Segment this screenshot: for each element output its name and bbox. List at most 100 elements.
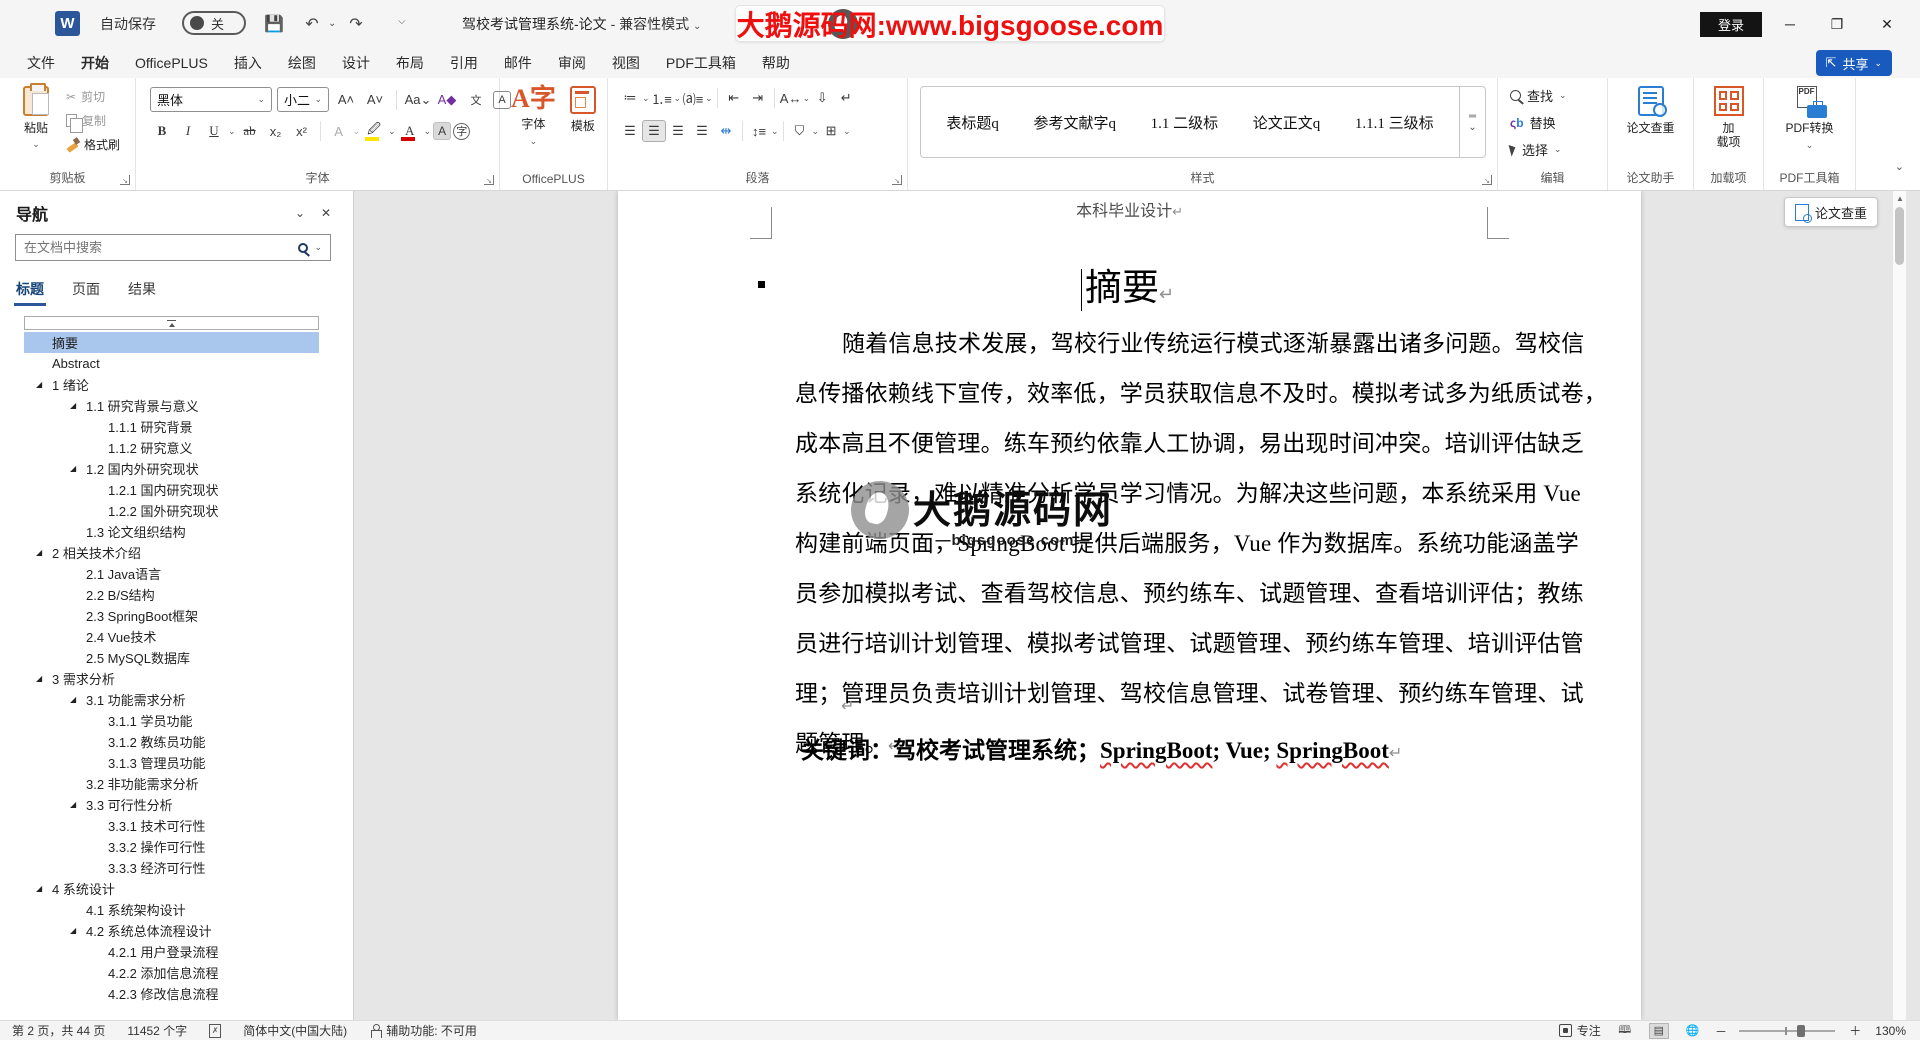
grow-font-button[interactable]: A˄ [334,89,358,111]
nav-heading-item[interactable]: 2.5 MySQL数据库 [24,647,319,668]
nav-heading-item[interactable]: ◢3 需求分析 [24,668,319,689]
nav-heading-item[interactable]: 2.2 B/S结构 [24,584,319,605]
italic-button[interactable]: I [176,120,200,142]
nav-heading-item[interactable]: ◢4 系统设计 [24,878,319,899]
align-center-button[interactable]: ☰ [642,120,666,142]
ribbon-tab-OfficePLUS[interactable]: OfficePLUS [122,50,221,76]
collapse-triangle-icon[interactable]: ◢ [36,674,42,683]
language-indicator[interactable]: 简体中文(中国大陆) [243,1022,347,1039]
bullets-button[interactable]: ≔ [618,87,642,109]
text-effects-chevron-icon[interactable]: ⌄ [353,126,361,137]
nav-heading-item[interactable]: 3.3.2 操作可行性 [24,836,319,857]
change-case-button[interactable]: Aa⌄ [406,89,430,111]
web-layout-button[interactable]: 🌐 [1683,1023,1703,1039]
ribbon-tab-视图[interactable]: 视图 [599,48,653,78]
clear-formatting-button[interactable]: A◆ [435,89,459,111]
borders-button[interactable]: ⊞ [819,120,843,142]
strikethrough-button[interactable]: ab [238,120,262,142]
copy-button[interactable]: 复制 [66,112,120,129]
login-button[interactable]: 登录 [1700,12,1762,37]
font-size-combo[interactable]: 小二⌄ [277,87,329,112]
nav-heading-item[interactable]: 2.3 SpringBoot框架 [24,605,319,626]
asian-layout-button[interactable]: A↔ [779,87,803,109]
distribute-button[interactable]: ⇹ [714,120,738,142]
collapse-ribbon-chevron-icon[interactable]: ⌄ [1895,160,1904,173]
nav-heading-item[interactable]: 3.2 非功能需求分析 [24,773,319,794]
font-color-chevron-icon[interactable]: ⌄ [424,126,432,137]
zoom-level[interactable]: 130% [1875,1024,1906,1038]
scroll-up-arrow-icon[interactable]: ▲ [1896,194,1904,203]
select-button[interactable]: 选择 ⌄ [1510,140,1567,159]
numbering-button[interactable]: ⒈≡ [650,87,674,109]
character-shading-button[interactable]: A [433,122,451,140]
addins-button[interactable]: 加载项 [1694,78,1763,149]
nav-heading-item[interactable]: 3.1.3 管理员功能 [24,752,319,773]
nav-heading-item[interactable]: 4.2.1 用户登录流程 [24,941,319,962]
align-right-button[interactable]: ☰ [666,120,690,142]
ribbon-tab-帮助[interactable]: 帮助 [749,48,803,78]
shading-button[interactable]: ⛉ [788,120,812,142]
styles-dialog-launcher[interactable] [1482,175,1492,185]
nav-heading-item[interactable]: 3.3.3 经济可行性 [24,857,319,878]
redo-icon[interactable]: ↷ [344,12,368,36]
paste-button[interactable]: 粘贴 ⌄ [10,86,62,150]
nav-chevron-down-icon[interactable]: ⌄ [287,206,313,220]
text-effects-button[interactable]: A [327,120,351,142]
cut-button[interactable]: ✂ 剪切 [66,88,120,105]
zoom-out-button[interactable]: ─ [1717,1024,1726,1038]
highlight-button[interactable]: 🖉 [362,120,386,142]
nav-heading-item[interactable]: ◢3.3 可行性分析 [24,794,319,815]
thesis-check-button[interactable]: 论文查重 [1608,78,1693,135]
nav-heading-item[interactable]: 4.2.3 修改信息流程 [24,983,319,1004]
collapse-triangle-icon[interactable]: ◢ [70,800,76,809]
sort-button[interactable]: ⇩ [810,87,834,109]
ribbon-tab-布局[interactable]: 布局 [383,48,437,78]
nav-heading-item[interactable]: 1.1.2 研究意义 [24,437,319,458]
collapse-triangle-icon[interactable]: ◢ [70,464,76,473]
restore-button[interactable]: ❐ [1822,12,1852,36]
word-count[interactable]: 11452 个字 [127,1022,187,1039]
nav-heading-item[interactable]: 1.2.1 国内研究现状 [24,479,319,500]
pdf-convert-button[interactable]: PDF PDF转换 ⌄ [1764,78,1855,151]
ribbon-tab-引用[interactable]: 引用 [437,48,491,78]
decrease-indent-button[interactable]: ⇤ [722,87,746,109]
show-marks-button[interactable]: ↵ [834,87,858,109]
shrink-font-button[interactable]: A˅ [363,89,387,111]
minimize-button[interactable]: ─ [1775,12,1805,36]
ribbon-tab-开始[interactable]: 开始 [68,48,122,78]
search-icon[interactable] [298,243,308,253]
nav-heading-item[interactable]: ◢2 相关技术介绍 [24,542,319,563]
underline-button[interactable]: U [202,120,226,142]
nav-tab-标题[interactable]: 标题 [16,279,44,304]
collapse-triangle-icon[interactable]: ◢ [36,548,42,557]
page-indicator[interactable]: 第 2 页，共 44 页 [12,1022,105,1039]
nav-heading-item[interactable]: Abstract [24,353,319,374]
nav-heading-item[interactable]: 摘要 [24,332,319,353]
subscript-button[interactable]: x₂ [264,120,288,142]
style-item[interactable]: 参考文献字q [1033,112,1116,133]
focus-mode-button[interactable]: 专注 [1559,1022,1601,1039]
nav-search-box[interactable]: ⌄ [15,234,331,261]
ribbon-tab-绘图[interactable]: 绘图 [275,48,329,78]
undo-icon[interactable]: ↶ [300,12,324,36]
style-item[interactable]: 论文正文q [1253,112,1321,133]
nav-heading-item[interactable]: 2.1 Java语言 [24,563,319,584]
paragraph-dialog-launcher[interactable] [892,175,902,185]
read-mode-button[interactable]: 🕮 [1615,1023,1635,1039]
style-item[interactable]: 1.1.1 三级标 [1355,112,1434,133]
multilevel-list-button[interactable]: ⒜≡ [681,87,705,109]
scrollbar-thumb[interactable] [1895,207,1904,265]
floating-thesis-check-button[interactable]: 论文查重 [1784,197,1878,227]
nav-heading-item[interactable]: ◢1 绪论 [24,374,319,395]
nav-heading-item[interactable]: 3.3.1 技术可行性 [24,815,319,836]
font-name-combo[interactable]: 黑体⌄ [150,87,272,112]
nav-heading-item[interactable]: 1.2.2 国外研究现状 [24,500,319,521]
quick-access-chevron-icon[interactable]: ⌵ [398,16,406,27]
nav-heading-item[interactable]: 1.3 论文组织结构 [24,521,319,542]
ribbon-tab-PDF工具箱[interactable]: PDF工具箱 [653,48,749,78]
style-item[interactable]: 1.1 二级标 [1151,112,1219,133]
highlight-chevron-icon[interactable]: ⌄ [388,126,396,137]
collapse-triangle-icon[interactable]: ◢ [70,401,76,410]
styles-gallery-more-button[interactable]: ═⌄ [1460,86,1486,158]
zoom-in-button[interactable]: ＋ [1849,1022,1861,1039]
